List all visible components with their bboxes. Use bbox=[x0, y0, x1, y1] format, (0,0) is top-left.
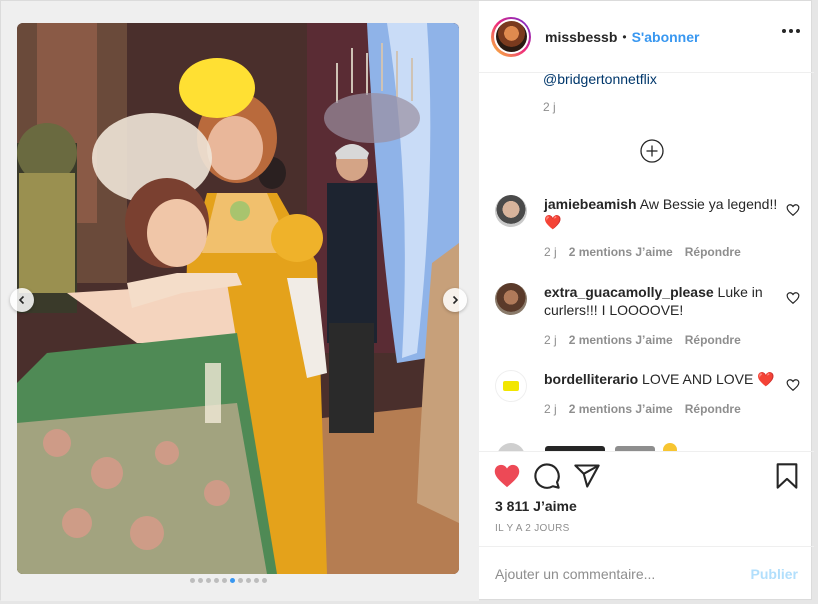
post-sidebar: missbessb • S'abonner @bridgertonnetflix… bbox=[478, 1, 814, 601]
share-icon[interactable] bbox=[573, 462, 601, 490]
next-slide-button[interactable] bbox=[443, 288, 467, 312]
comment-text: LOVE AND LOVE ❤️ bbox=[642, 371, 775, 387]
load-more-comments-icon[interactable] bbox=[640, 139, 664, 163]
post-header: missbessb • S'abonner bbox=[479, 1, 814, 73]
post-photo[interactable] bbox=[17, 23, 459, 574]
reply-button[interactable]: Répondre bbox=[685, 333, 741, 347]
commenter-avatar[interactable] bbox=[495, 283, 527, 315]
post-actions: 3 811 J’aime IL Y A 2 JOURS bbox=[479, 451, 814, 546]
partial-comment bbox=[495, 439, 695, 451]
author-avatar[interactable] bbox=[491, 16, 531, 57]
chevron-right-icon bbox=[452, 295, 459, 305]
comment-timestamp[interactable]: 2 j bbox=[544, 245, 557, 259]
comment-icon[interactable] bbox=[533, 462, 561, 490]
reply-button[interactable]: Répondre bbox=[685, 402, 741, 416]
carousel-dot bbox=[222, 578, 227, 583]
author-username[interactable]: missbessb bbox=[545, 29, 617, 45]
comment-like-heart-icon[interactable] bbox=[786, 378, 800, 392]
comment-username[interactable]: extra_guacamolly_please bbox=[544, 284, 714, 300]
comments-list: @bridgertonnetflix 2 j jamiebeamish Aw B… bbox=[479, 73, 814, 451]
add-comment-bar: Publier bbox=[479, 546, 814, 601]
caption-mention-link[interactable]: @bridgertonnetflix bbox=[543, 73, 657, 87]
carousel-dot bbox=[254, 578, 259, 583]
carousel-dot bbox=[190, 578, 195, 583]
caption-timestamp[interactable]: 2 j bbox=[543, 100, 556, 114]
carousel-dot bbox=[238, 578, 243, 583]
like-heart-icon[interactable] bbox=[493, 462, 521, 490]
commenter-avatar[interactable] bbox=[495, 370, 527, 402]
header-separator: • bbox=[622, 29, 627, 44]
post-container: missbessb • S'abonner @bridgertonnetflix… bbox=[0, 0, 814, 601]
reply-button[interactable]: Répondre bbox=[685, 245, 741, 259]
commenter-avatar[interactable] bbox=[495, 195, 527, 227]
media-area bbox=[1, 1, 478, 601]
carousel-indicator bbox=[190, 578, 267, 583]
publish-button[interactable]: Publier bbox=[751, 566, 798, 582]
comment-likes[interactable]: 2 mentions J’aime bbox=[569, 333, 673, 347]
comment-username[interactable]: jamiebeamish bbox=[544, 196, 637, 212]
comment-like-heart-icon[interactable] bbox=[786, 203, 800, 217]
comment-likes[interactable]: 2 mentions J’aime bbox=[569, 402, 673, 416]
carousel-dot bbox=[206, 578, 211, 583]
comment-timestamp[interactable]: 2 j bbox=[544, 402, 557, 416]
comment-like-heart-icon[interactable] bbox=[786, 291, 800, 305]
post-date[interactable]: IL Y A 2 JOURS bbox=[495, 523, 570, 534]
comment-timestamp[interactable]: 2 j bbox=[544, 333, 557, 347]
more-options-icon[interactable] bbox=[782, 29, 800, 33]
like-count[interactable]: 3 811 J’aime bbox=[495, 498, 577, 514]
follow-button[interactable]: S'abonner bbox=[632, 29, 700, 45]
carousel-dot bbox=[262, 578, 267, 583]
carousel-dot bbox=[246, 578, 251, 583]
carousel-dot bbox=[214, 578, 219, 583]
comment-likes[interactable]: 2 mentions J’aime bbox=[569, 245, 673, 259]
chevron-left-icon bbox=[18, 295, 25, 305]
previous-slide-button[interactable] bbox=[10, 288, 34, 312]
carousel-dot bbox=[230, 578, 235, 583]
carousel-dot bbox=[198, 578, 203, 583]
comment-input[interactable] bbox=[495, 566, 751, 582]
save-bookmark-icon[interactable] bbox=[773, 462, 801, 490]
comment-username[interactable]: bordelliterario bbox=[544, 371, 638, 387]
